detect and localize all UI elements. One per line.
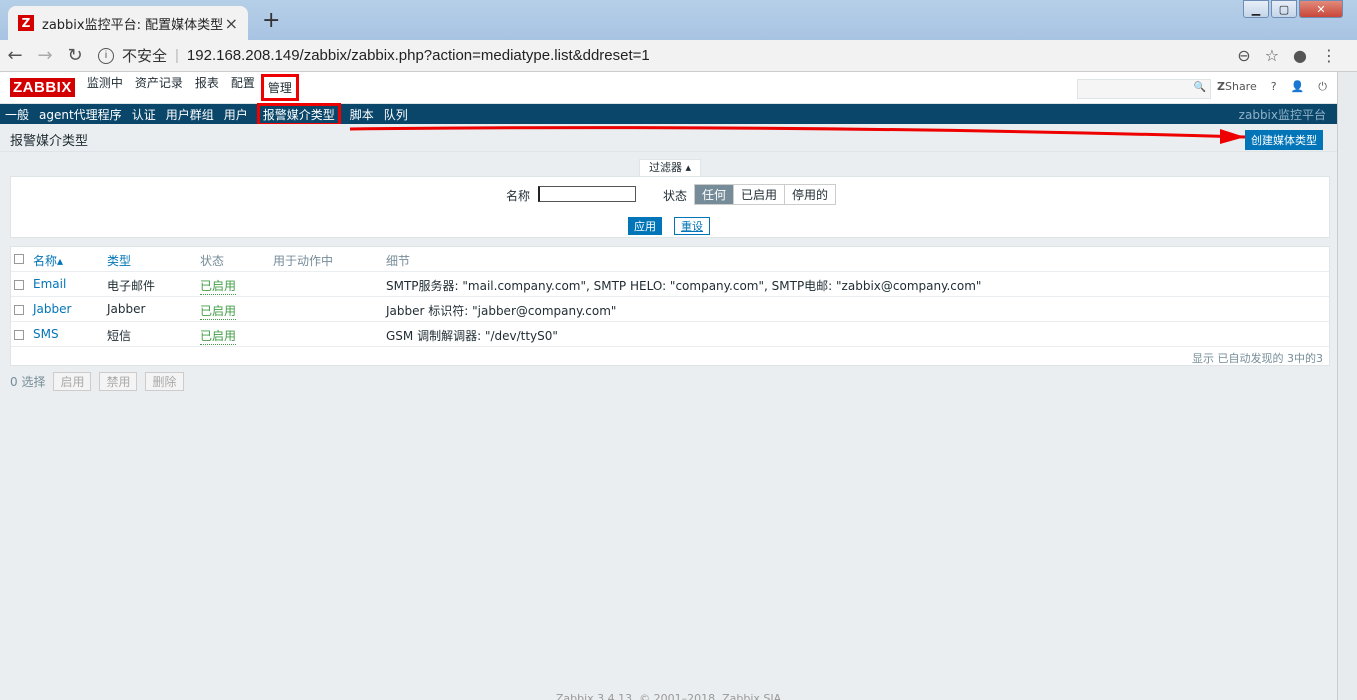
user-profile-icon[interactable]: 👤: [1291, 80, 1305, 94]
zabbix-favicon-icon: Z: [18, 15, 34, 31]
window-controls: ▁ ▢ ✕: [1241, 0, 1343, 18]
new-tab-button[interactable]: +: [262, 8, 280, 33]
media-type-status-toggle[interactable]: 已启用: [200, 302, 237, 320]
media-type-details: SMTP服务器: "mail.company.com", SMTP HELO: …: [386, 279, 982, 293]
tab-title: zabbix监控平台: 配置媒体类型: [42, 17, 224, 33]
row-checkbox[interactable]: [14, 280, 24, 290]
filter-reset-button[interactable]: 重设: [674, 217, 710, 235]
menu-kebab-icon[interactable]: ⋮: [1321, 46, 1337, 65]
status-option-enabled[interactable]: 已启用: [734, 185, 786, 204]
row-checkbox[interactable]: [14, 330, 24, 340]
column-header-name[interactable]: 名称▴: [33, 252, 63, 269]
menu-administration[interactable]: 管理: [260, 74, 299, 101]
create-media-type-button[interactable]: 创建媒体类型: [1245, 130, 1323, 150]
back-icon[interactable]: ←: [0, 45, 30, 66]
submenu-queue[interactable]: 队列: [379, 106, 413, 123]
url-text: 192.168.208.149/zabbix/zabbix.php?action…: [186, 47, 650, 64]
media-type-details: GSM 调制解调器: "/dev/ttyS0": [386, 329, 558, 343]
submenu-proxies[interactable]: agent代理程序: [34, 106, 127, 123]
tab-close-icon[interactable]: ×: [225, 14, 238, 33]
menu-inventory[interactable]: 资产记录: [129, 74, 189, 101]
media-type-status-toggle[interactable]: 已启用: [200, 277, 237, 295]
search-icon[interactable]: 🔍: [1194, 82, 1206, 93]
table-count-info: 显示 已自动发现的 3中的3: [1192, 352, 1323, 365]
browser-tab[interactable]: Z zabbix监控平台: 配置媒体类型 ×: [8, 6, 248, 40]
media-type-type: Jabber: [107, 302, 146, 316]
row-checkbox[interactable]: [14, 305, 24, 315]
menu-configuration[interactable]: 配置: [225, 74, 261, 101]
filter-panel: 名称 状态 任何 已启用 停用的 应用 重设: [10, 176, 1330, 238]
bookmark-star-icon[interactable]: ☆: [1265, 46, 1279, 65]
minimize-icon[interactable]: ▁: [1243, 0, 1269, 18]
share-link[interactable]: ZShare: [1217, 80, 1257, 94]
mass-delete-button[interactable]: 删除: [145, 372, 184, 391]
security-status: 不安全: [122, 48, 168, 65]
profile-icon[interactable]: ●: [1293, 46, 1307, 65]
global-search-input[interactable]: 🔍: [1077, 79, 1211, 99]
url-field[interactable]: i 不安全 | 192.168.208.149/zabbix/zabbix.ph…: [98, 43, 1248, 69]
share-label: Share: [1224, 80, 1257, 93]
logout-icon[interactable]: ⏻: [1318, 80, 1327, 94]
mass-enable-button[interactable]: 启用: [53, 372, 92, 391]
help-icon[interactable]: ?: [1271, 80, 1277, 94]
forward-icon[interactable]: →: [30, 45, 60, 66]
submenu-authentication[interactable]: 认证: [127, 106, 161, 123]
server-brand: zabbix监控平台: [1238, 107, 1326, 122]
select-all-checkbox[interactable]: [14, 254, 24, 264]
media-type-type: 电子邮件: [107, 279, 156, 293]
selected-count: 0 选择: [10, 375, 46, 389]
zoom-icon[interactable]: ⊖: [1237, 46, 1250, 65]
reload-icon[interactable]: ↻: [60, 45, 90, 66]
maximize-icon[interactable]: ▢: [1271, 0, 1297, 18]
column-header-type[interactable]: 类型: [107, 252, 131, 269]
address-bar: ← → ↻ i 不安全 | 192.168.208.149/zabbix/zab…: [0, 40, 1357, 72]
filter-status-label: 状态: [663, 189, 688, 203]
filter-status-radio: 任何 已启用 停用的: [694, 184, 837, 205]
menu-monitoring[interactable]: 监测中: [81, 74, 129, 101]
submenu-general[interactable]: 一般: [0, 106, 34, 123]
main-menu: 监测中 资产记录 报表 配置 管理: [81, 74, 299, 101]
media-types-table: 名称▴ 类型 状态 用于动作中 细节 Email 电子邮件 已启用 SMTP服务…: [10, 246, 1330, 366]
status-option-disabled[interactable]: 停用的: [785, 185, 836, 204]
browser-titlebar: Z zabbix监控平台: 配置媒体类型 × + ▁ ▢ ✕: [0, 0, 1357, 40]
info-icon[interactable]: i: [98, 47, 114, 64]
zabbix-logo[interactable]: ZABBIX: [10, 78, 75, 97]
zabbix-main-header: ZABBIX 监测中 资产记录 报表 配置 管理 🔍 ZShare ? 👤 ⏻: [0, 72, 1337, 104]
close-window-icon[interactable]: ✕: [1299, 0, 1343, 18]
filter-name-input[interactable]: [538, 186, 636, 202]
page-title: 报警媒介类型: [10, 134, 89, 149]
media-type-name-link[interactable]: Jabber: [33, 302, 71, 316]
submenu-media-types[interactable]: 报警媒介类型: [256, 102, 341, 126]
page-footer: Zabbix 3.4.13. © 2001–2018, Zabbix SIA: [555, 692, 782, 700]
table-header-row: 名称▴ 类型 状态 用于动作中 细节: [11, 247, 1329, 272]
media-type-name-link[interactable]: Email: [33, 277, 66, 291]
divider: |: [175, 47, 179, 64]
filter-apply-button[interactable]: 应用: [628, 217, 662, 235]
media-type-type: 短信: [107, 329, 132, 343]
status-option-any[interactable]: 任何: [695, 185, 735, 204]
column-header-used-in-actions: 用于动作中: [273, 254, 334, 268]
column-header-status: 状态: [200, 254, 225, 268]
media-type-name-link[interactable]: SMS: [33, 327, 59, 341]
page-scrollbar[interactable]: [1337, 72, 1357, 700]
mass-action-bar: 0 选择 启用 禁用 删除: [10, 372, 184, 391]
annotation-arrow: [350, 126, 1246, 144]
menu-reports[interactable]: 报表: [189, 74, 225, 101]
column-header-details: 细节: [386, 254, 411, 268]
submenu-users[interactable]: 用户: [219, 106, 253, 123]
filter-name-label: 名称: [506, 189, 531, 203]
sub-menu: 一般 agent代理程序 认证 用户群组 用户 报警媒介类型 脚本 队列 zab…: [0, 102, 1337, 126]
table-row: SMS 短信 已启用 GSM 调制解调器: "/dev/ttyS0": [11, 322, 1329, 347]
mass-disable-button[interactable]: 禁用: [99, 372, 138, 391]
table-row: Jabber Jabber 已启用 Jabber 标识符: "jabber@co…: [11, 297, 1329, 322]
media-type-status-toggle[interactable]: 已启用: [200, 327, 237, 345]
table-row: Email 电子邮件 已启用 SMTP服务器: "mail.company.co…: [11, 272, 1329, 297]
media-type-details: Jabber 标识符: "jabber@company.com": [386, 304, 617, 318]
submenu-scripts[interactable]: 脚本: [345, 106, 379, 123]
submenu-user-groups[interactable]: 用户群组: [161, 106, 219, 123]
filter-toggle-tab[interactable]: 过滤器 ▴: [639, 159, 701, 176]
